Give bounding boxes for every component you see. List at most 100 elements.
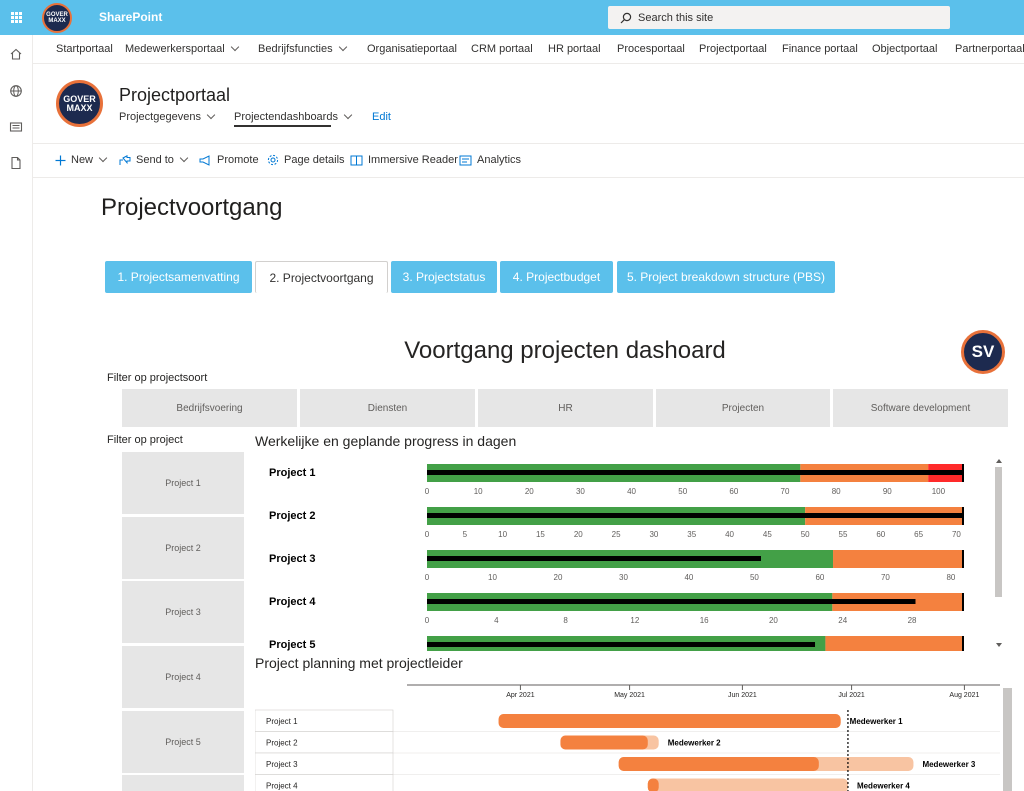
gantt-task-leader: Medewerker 4	[857, 782, 910, 791]
bullet-tick-label: 28	[908, 616, 917, 625]
bullet-tick-label: 20	[525, 487, 534, 496]
hub-item-bedrijfsfuncties[interactable]: Bedrijfsfuncties	[258, 42, 347, 55]
scroll-up-icon[interactable]	[996, 459, 1002, 463]
hub-item-label: Bedrijfsfuncties	[258, 43, 333, 55]
gantt-row-label: Project 3	[266, 760, 298, 769]
hub-navigation: Startportaal Medewerkersportaal Bedrijfs…	[33, 35, 1024, 64]
slicer-bedrijfsvoering[interactable]: Bedrijfsvoering	[122, 389, 297, 427]
hub-item-label: Procesportaal	[617, 43, 685, 55]
gear-icon	[267, 154, 279, 166]
gantt-task-leader: Medewerker 1	[850, 717, 903, 726]
slicer-project-5[interactable]: Project 5	[122, 711, 244, 773]
slicer-diensten[interactable]: Diensten	[300, 389, 475, 427]
bullet-tick-label: 10	[488, 573, 497, 582]
bullet-tick-label: 30	[619, 573, 628, 582]
slicer-projecten[interactable]: Projecten	[656, 389, 830, 427]
bullet-actual-bar	[427, 470, 964, 475]
bullet-tick-label: 50	[801, 530, 810, 539]
slicer-project-2[interactable]: Project 2	[122, 517, 244, 579]
promote-button[interactable]: Promote	[199, 154, 259, 166]
bullet-tick-label: 60	[729, 487, 738, 496]
hub-item-organisatieportaal[interactable]: Organisatieportaal	[367, 43, 457, 55]
tab-projectbudget[interactable]: 4. Projectbudget	[500, 261, 613, 293]
bullet-tick-label: 45	[763, 530, 772, 539]
gantt-scrollbar[interactable]	[1003, 688, 1012, 791]
page-details-button[interactable]: Page details	[267, 154, 345, 166]
tab-pbs[interactable]: 5. Project breakdown structure (PBS)	[617, 261, 835, 293]
bullet-row-label: Project 1	[269, 467, 315, 479]
slicer-project-4[interactable]: Project 4	[122, 646, 244, 708]
gantt-tick-label: Jul 2021	[838, 692, 865, 699]
bullet-tick-label: 10	[474, 487, 483, 496]
site-nav-label: Projectendashboards	[234, 111, 338, 123]
tab-projectsamenvatting[interactable]: 1. Projectsamenvatting	[105, 261, 252, 293]
bullet-tick-label: 15	[536, 530, 545, 539]
bullet-tick-label: 0	[425, 616, 430, 625]
slicer-project-3[interactable]: Project 3	[122, 581, 244, 643]
bullet-tick-label: 40	[684, 573, 693, 582]
hub-item-projectportaal[interactable]: Projectportaal	[699, 43, 767, 55]
bullet-actual-bar	[427, 599, 916, 604]
search-placeholder: Search this site	[638, 11, 714, 24]
document-icon[interactable]	[9, 156, 23, 170]
hub-item-partnerportaal[interactable]: Partnerportaal	[955, 43, 1024, 55]
bullet-tick-label: 80	[946, 573, 955, 582]
immersive-reader-label: Immersive Reader	[368, 154, 458, 166]
org-logo[interactable]: GOVER MAXX	[42, 3, 72, 33]
slicer-software-development[interactable]: Software development	[833, 389, 1008, 427]
site-nav-projectendashboards[interactable]: Projectendashboards	[234, 110, 353, 123]
bullet-tick-label: 5	[463, 530, 468, 539]
home-icon[interactable]	[9, 47, 23, 61]
gantt-tick-label: Aug 2021	[949, 692, 979, 699]
slicer-project-1[interactable]: Project 1	[122, 452, 244, 514]
app-launcher-icon[interactable]	[0, 0, 32, 35]
tab-projectstatus[interactable]: 3. Projectstatus	[391, 261, 497, 293]
chevron-down-icon	[179, 153, 189, 163]
bullet-tick-label: 70	[881, 573, 890, 582]
bullet-tick-label: 4	[494, 616, 499, 625]
edit-nav-link[interactable]: Edit	[372, 111, 391, 123]
promote-label: Promote	[217, 154, 259, 166]
gantt-progress-bar	[498, 714, 841, 728]
gantt-row-label: Project 2	[266, 739, 298, 748]
page-title: Projectvoortgang	[101, 194, 283, 221]
site-logo[interactable]: GOVER MAXX	[56, 80, 103, 127]
tab-projectvoortgang[interactable]: 2. Projectvoortgang	[255, 261, 388, 293]
hub-item-label: Projectportaal	[699, 43, 767, 55]
search-box[interactable]: Search this site	[608, 6, 950, 29]
slicer-project-more[interactable]	[122, 775, 244, 791]
news-icon[interactable]	[9, 120, 23, 134]
hub-item-startportaal[interactable]: Startportaal	[56, 43, 113, 55]
site-title[interactable]: Projectportaal	[119, 85, 230, 106]
analytics-button[interactable]: Analytics	[459, 154, 521, 166]
bullet-actual-bar	[427, 513, 964, 518]
bullet-tick-label: 25	[612, 530, 621, 539]
app-name[interactable]: SharePoint	[99, 10, 162, 24]
hub-item-finance-portaal[interactable]: Finance portaal	[782, 43, 858, 55]
page-details-label: Page details	[284, 154, 345, 166]
hub-item-procesportaal[interactable]: Procesportaal	[617, 43, 685, 55]
new-button-label: New	[71, 154, 94, 166]
send-to-button[interactable]: Send to	[119, 153, 189, 166]
slicer-hr[interactable]: HR	[478, 389, 653, 427]
site-nav-projectgegevens[interactable]: Projectgegevens	[119, 110, 216, 123]
analytics-icon	[459, 155, 472, 165]
bullet-tick-label: 55	[839, 530, 848, 539]
scrollbar-thumb[interactable]	[995, 467, 1002, 597]
gantt-task-leader: Medewerker 3	[922, 760, 975, 769]
immersive-reader-button[interactable]: Immersive Reader	[350, 154, 458, 166]
hub-item-crm-portaal[interactable]: CRM portaal	[471, 43, 533, 55]
bullet-tick-label: 60	[876, 530, 885, 539]
hub-item-hr-portaal[interactable]: HR portaal	[548, 43, 601, 55]
hub-item-medewerkersportaal[interactable]: Medewerkersportaal	[125, 42, 239, 55]
gantt-tick-label: Jun 2021	[728, 692, 757, 699]
gantt-tick-label: Apr 2021	[506, 692, 535, 699]
bullet-tick-label: 20	[769, 616, 778, 625]
new-button[interactable]: New	[55, 153, 108, 166]
org-logo-text-2: MAXX	[48, 18, 66, 24]
hub-item-objectportaal[interactable]: Objectportaal	[872, 43, 937, 55]
bullet-tick-label: 80	[832, 487, 841, 496]
bullet-row-label: Project 3	[269, 553, 315, 565]
scroll-down-icon[interactable]	[996, 643, 1002, 647]
globe-icon[interactable]	[9, 84, 23, 98]
